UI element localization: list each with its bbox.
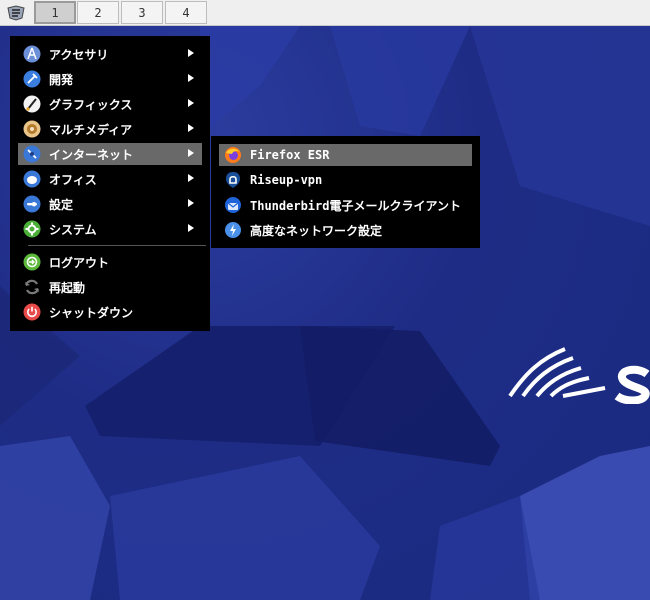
application-menu: アクセサリ 開発 グラフィックス マルチメディア インターネット オフィス 設定… <box>10 36 210 331</box>
submenu-arrow-icon <box>188 224 194 232</box>
menu-item-label: 設定 <box>49 197 74 212</box>
submenu-arrow-icon <box>188 74 194 82</box>
menu-item-shutdown[interactable]: シャットダウン <box>18 301 202 323</box>
menu-item-accessories[interactable]: アクセサリ <box>18 43 202 65</box>
menu-item-office[interactable]: オフィス <box>18 168 202 190</box>
submenu-arrow-icon <box>188 199 194 207</box>
network-settings-icon <box>225 222 241 238</box>
shutdown-icon <box>23 303 41 321</box>
submenu-item-label: 高度なネットワーク設定 <box>250 223 383 238</box>
menu-item-label: インターネット <box>49 147 134 162</box>
menu-item-label: マルチメディア <box>49 122 133 137</box>
menu-item-label: システム <box>49 222 97 237</box>
system-icon <box>23 220 41 238</box>
submenu-item-thunderbird[interactable]: Thunderbird電子メールクライアント <box>219 194 472 216</box>
submenu-arrow-icon <box>188 99 194 107</box>
menu-separator <box>28 245 206 246</box>
settings-icon <box>23 195 41 213</box>
launcher-icon <box>7 5 25 21</box>
submenu-arrow-icon <box>188 124 194 132</box>
logout-icon <box>23 253 41 271</box>
taskbar: 1 2 3 4 <box>0 0 650 26</box>
submenu-item-network-settings[interactable]: 高度なネットワーク設定 <box>219 219 472 241</box>
submenu-item-label: Firefox ESR <box>250 148 330 162</box>
menu-item-graphics[interactable]: グラフィックス <box>18 93 202 115</box>
thunderbird-icon <box>225 197 241 213</box>
menu-item-multimedia[interactable]: マルチメディア <box>18 118 202 140</box>
graphics-icon <box>23 95 41 113</box>
submenu-arrow-icon <box>188 174 194 182</box>
menu-item-restart[interactable]: 再起動 <box>18 276 202 298</box>
menu-item-label: グラフィックス <box>49 97 133 112</box>
riseup-vpn-icon <box>226 172 240 188</box>
submenu-item-riseup-vpn[interactable]: Riseup-vpn <box>219 169 472 191</box>
development-icon <box>23 70 41 88</box>
menu-item-logout[interactable]: ログアウト <box>18 251 202 273</box>
restart-icon <box>24 279 40 295</box>
submenu-item-label: Riseup-vpn <box>250 173 323 187</box>
multimedia-icon <box>23 120 41 138</box>
distro-logo-icon <box>508 347 650 404</box>
workspace-4-button[interactable]: 4 <box>165 1 207 24</box>
menu-item-internet[interactable]: インターネット <box>18 143 202 165</box>
app-launcher-button[interactable] <box>5 3 27 23</box>
submenu-item-label: Thunderbird電子メールクライアント <box>250 198 461 213</box>
workspace-1-button[interactable]: 1 <box>34 1 76 24</box>
accessories-icon <box>23 45 41 63</box>
submenu-arrow-icon <box>188 49 194 57</box>
menu-item-label: オフィス <box>49 172 97 187</box>
internet-submenu: Firefox ESR Riseup-vpn Thunderbird電子メールク… <box>211 136 480 248</box>
firefox-icon <box>225 147 241 163</box>
menu-item-label: シャットダウン <box>49 305 134 320</box>
menu-item-settings[interactable]: 設定 <box>18 193 202 215</box>
internet-icon <box>23 145 41 163</box>
menu-item-development[interactable]: 開発 <box>18 68 202 90</box>
submenu-item-firefox[interactable]: Firefox ESR <box>219 144 472 166</box>
menu-item-label: 開発 <box>49 72 74 87</box>
office-icon <box>23 170 41 188</box>
workspace-2-button[interactable]: 2 <box>77 1 119 24</box>
menu-item-label: ログアウト <box>49 255 110 270</box>
menu-item-label: アクセサリ <box>49 47 109 62</box>
menu-item-system[interactable]: システム <box>18 218 202 240</box>
menu-item-label: 再起動 <box>49 280 86 295</box>
workspace-3-button[interactable]: 3 <box>121 1 163 24</box>
submenu-arrow-icon <box>188 149 194 157</box>
